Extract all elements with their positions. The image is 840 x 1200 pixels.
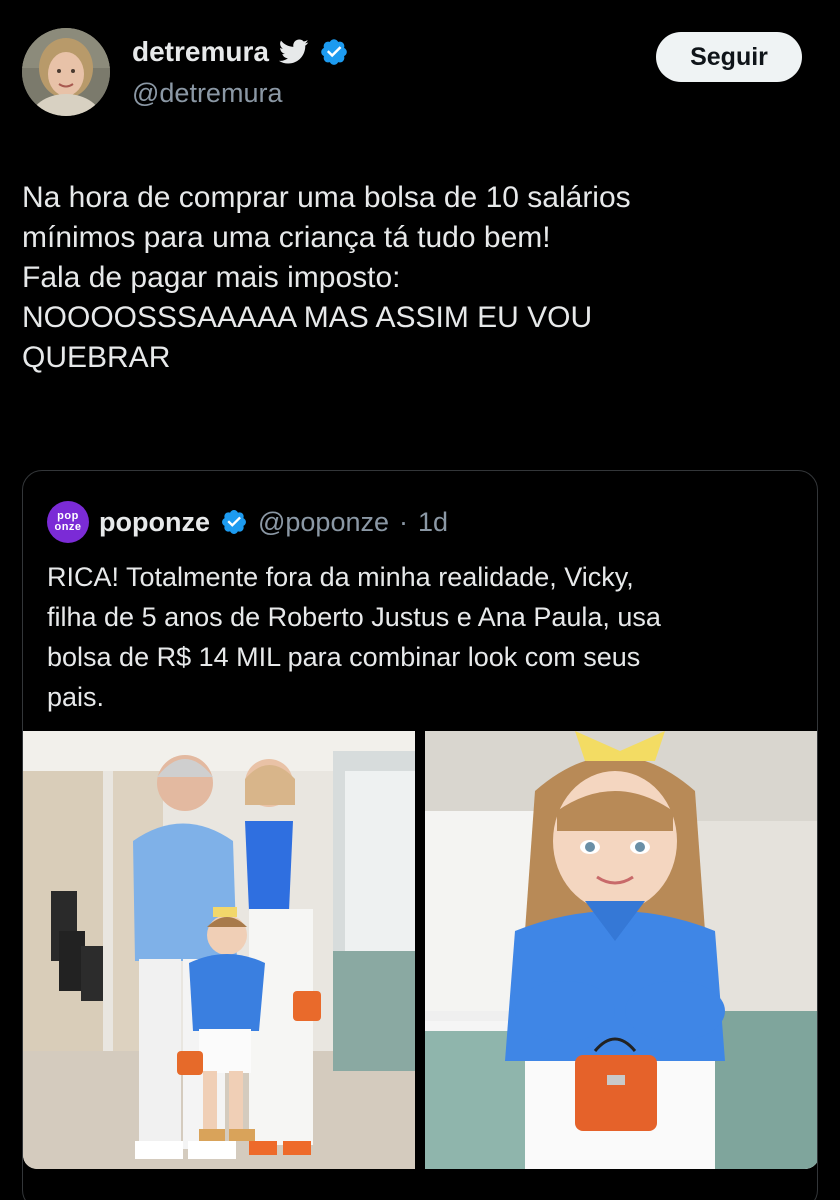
verified-badge-icon — [222, 510, 246, 534]
user-handle[interactable]: @detremura — [132, 78, 282, 109]
avatar-image — [22, 28, 110, 116]
tweet-line: Na hora de comprar uma bolsa de 10 salár… — [22, 181, 631, 214]
logo-text-bottom: onze — [54, 521, 82, 533]
quoted-line: pais. — [47, 682, 105, 712]
avatar[interactable] — [22, 28, 110, 116]
quoted-tweet-header: pop onze poponze @poponze · 1d — [47, 501, 448, 543]
photo-girl[interactable] — [425, 731, 817, 1169]
verified-badge-icon — [321, 39, 347, 65]
tweet-text: Na hora de comprar uma bolsa de 10 salár… — [22, 178, 812, 378]
quoted-tweet-card[interactable]: pop onze poponze @poponze · 1d RICA! Tot… — [22, 470, 818, 1200]
quoted-tweet-text: RICA! Totalmente fora da minha realidade… — [47, 557, 797, 717]
display-name[interactable]: detremura — [132, 36, 269, 68]
quoted-timestamp[interactable]: 1d — [418, 507, 448, 538]
family-photo-image — [23, 731, 415, 1169]
quoted-handle[interactable]: @poponze — [258, 507, 389, 538]
tweet-line: mínimos para uma criança tá tudo bem! — [22, 221, 551, 254]
tweet-line: Fala de pagar mais imposto: — [22, 261, 401, 294]
quoted-line: bolsa de R$ 14 MIL para combinar look co… — [47, 642, 641, 672]
quoted-display-name[interactable]: poponze — [99, 507, 210, 538]
photo-family[interactable] — [23, 731, 415, 1169]
girl-photo-image — [425, 731, 817, 1169]
display-name-row[interactable]: detremura — [132, 36, 349, 68]
quoted-line: RICA! Totalmente fora da minha realidade… — [47, 562, 634, 592]
separator-dot: · — [399, 506, 408, 537]
tweet-line: QUEBRAR — [22, 341, 171, 374]
poponze-logo[interactable]: pop onze — [47, 501, 89, 543]
twitter-bird-icon — [278, 39, 309, 64]
quoted-line: filha de 5 anos de Roberto Justus e Ana … — [47, 602, 661, 632]
follow-button[interactable]: Seguir — [656, 32, 802, 82]
tweet-line: NOOOOSSSAAAAA MAS ASSIM EU VOU — [22, 301, 593, 334]
